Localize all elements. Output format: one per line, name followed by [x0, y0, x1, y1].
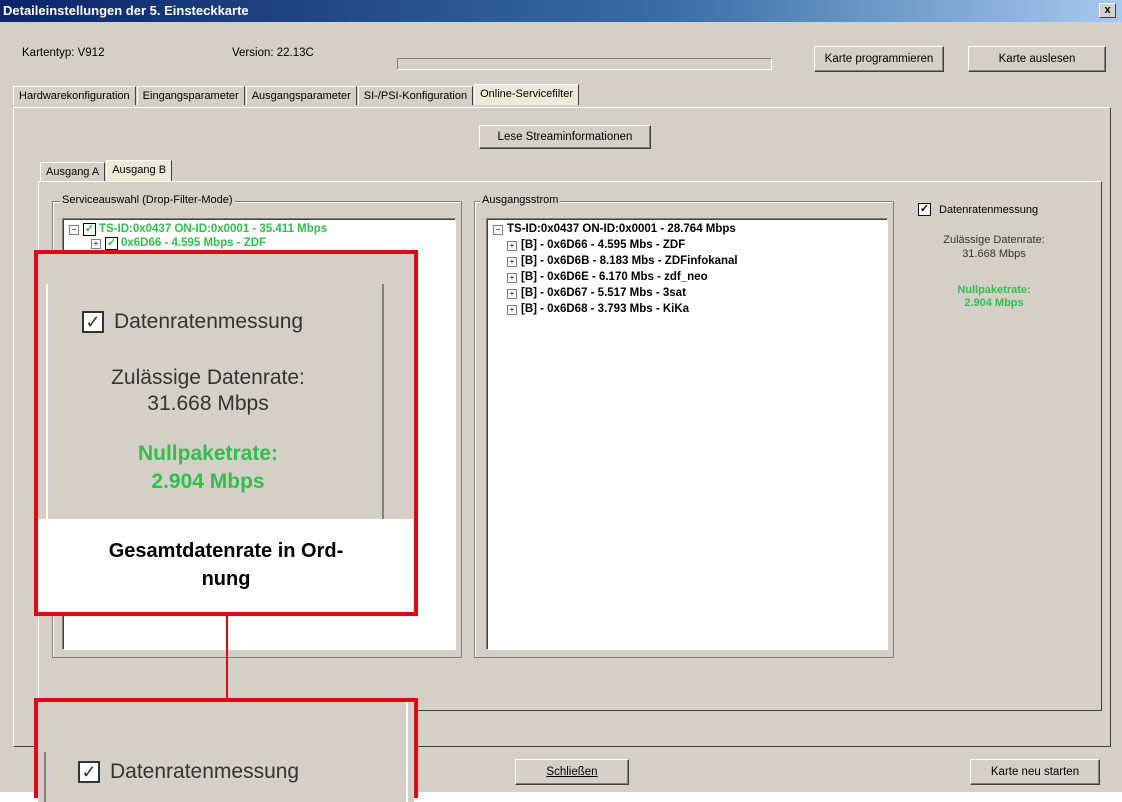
null-packet-rate-label: Nullpaketrate:: [957, 284, 1031, 296]
window-title: Detaileinstellungen der 5. Einsteckkarte: [3, 3, 249, 18]
close-icon: x: [1104, 4, 1111, 16]
expand-icon[interactable]: +: [507, 240, 517, 251]
checkbox-icon: ✓: [78, 761, 100, 783]
zoom-divider: [44, 752, 46, 802]
rate-measurement-checkbox[interactable]: ✓ Datenratenmessung: [918, 203, 1038, 216]
tab-ausgang-a[interactable]: Ausgang A: [40, 162, 106, 181]
zoom-caption: Gesamtdatenrate in Ord- nung: [38, 519, 414, 612]
output-item[interactable]: + [B] - 0x6D67 - 5.517 Mbs - 3sat: [507, 286, 686, 301]
read-stream-info-button[interactable]: Lese Streaminformationen: [479, 125, 651, 149]
checkbox-icon[interactable]: ✓: [918, 203, 931, 216]
output-item[interactable]: + [B] - 0x6D6E - 6.170 Mbs - zdf_neo: [507, 270, 708, 285]
caption-line-2: nung: [201, 568, 251, 590]
zoom-rate-checkbox: ✓ Datenratenmessung: [82, 310, 303, 334]
zoom-divider: [38, 702, 408, 802]
zoom-panel: ✓ Datenratenmessung Zulässige Datenrate:…: [38, 254, 414, 519]
checkbox-icon[interactable]: ✓: [83, 223, 96, 236]
output-item[interactable]: + [B] - 0x6D66 - 4.595 Mbs - ZDF: [507, 238, 685, 253]
service-selection-legend: Serviceauswahl (Drop-Filter-Mode): [60, 194, 235, 206]
output-item[interactable]: + [B] - 0x6D68 - 3.793 Mbs - KiKa: [507, 302, 689, 317]
zoom-divider: [382, 284, 384, 519]
zoom-lower-checkbox: ✓ Datenratenmessung: [78, 760, 299, 784]
tab-ausgang-b[interactable]: Ausgang B: [106, 160, 173, 181]
caption-line-1: Gesamtdatenrate in Ord-: [108, 540, 344, 562]
allowed-rate-value: 31.668 Mbps: [962, 248, 1026, 260]
output-subtabs: Ausgang A Ausgang B: [40, 160, 173, 181]
version-label: Version: 22.13C: [232, 47, 314, 59]
expand-icon[interactable]: +: [91, 238, 101, 249]
zoom-allowed-value: 31.668 Mbps: [147, 392, 269, 415]
zoom-null-value: 2.904 Mbps: [151, 470, 265, 493]
checkbox-icon[interactable]: ✓: [105, 237, 118, 250]
collapse-icon[interactable]: −: [493, 224, 503, 235]
tab-ausgangsparameter[interactable]: Ausgangsparameter: [245, 86, 357, 105]
expand-icon[interactable]: +: [507, 288, 517, 299]
null-packet-rate-value: 2.904 Mbps: [964, 297, 1024, 309]
expand-icon[interactable]: +: [507, 256, 517, 267]
allowed-rate-label: Zulässige Datenrate:: [943, 234, 1045, 246]
main-tabs: Hardwarekonfiguration Eingangsparameter …: [13, 84, 580, 105]
collapse-icon[interactable]: −: [69, 224, 79, 235]
zoom-panel-lower: ✓ Datenratenmessung: [38, 702, 414, 802]
tab-si-psi-konfiguration[interactable]: SI-/PSI-Konfiguration: [357, 86, 474, 105]
zoom-callout-lower: ✓ Datenratenmessung: [34, 698, 418, 802]
zoom-allowed-label: Zulässige Datenrate:: [111, 366, 305, 389]
checkbox-icon: ✓: [82, 311, 104, 333]
tab-eingangsparameter[interactable]: Eingangsparameter: [136, 86, 245, 105]
title-bar: Detaileinstellungen der 5. Einsteckkarte…: [0, 0, 1122, 22]
output-stream-legend: Ausgangsstrom: [480, 194, 561, 206]
progress-bar: [397, 58, 772, 70]
tree-node-ts[interactable]: − ✓ TS-ID:0x0437 ON-ID:0x0001 - 35.411 M…: [69, 222, 327, 237]
expand-icon[interactable]: +: [507, 272, 517, 283]
expand-icon[interactable]: +: [507, 304, 517, 315]
tab-online-servicefilter[interactable]: Online-Servicefilter: [474, 84, 580, 105]
output-tree[interactable]: − TS-ID:0x0437 ON-ID:0x0001 - 28.764 Mbp…: [486, 218, 888, 650]
zoom-null-label: Nullpaketrate:: [137, 442, 279, 465]
tree-node-service[interactable]: + ✓ 0x6D66 - 4.595 Mbps - ZDF: [91, 236, 266, 251]
close-window-button[interactable]: x: [1099, 3, 1116, 18]
output-root-node[interactable]: − TS-ID:0x0437 ON-ID:0x0001 - 28.764 Mbp…: [493, 222, 736, 237]
output-item[interactable]: + [B] - 0x6D6B - 8.183 Mbs - ZDFinfokanal: [507, 254, 738, 269]
read-card-button[interactable]: Karte auslesen: [968, 46, 1106, 72]
close-button[interactable]: Schließen: [515, 759, 629, 785]
restart-card-button[interactable]: Karte neu starten: [970, 759, 1100, 785]
tab-hardwarekonfiguration[interactable]: Hardwarekonfiguration: [13, 86, 136, 105]
zoom-callout: ✓ Datenratenmessung Zulässige Datenrate:…: [34, 250, 418, 616]
card-type-label: Kartentyp: V912: [22, 47, 105, 59]
program-card-button[interactable]: Karte programmieren: [814, 46, 944, 72]
callout-connector: [226, 616, 228, 698]
